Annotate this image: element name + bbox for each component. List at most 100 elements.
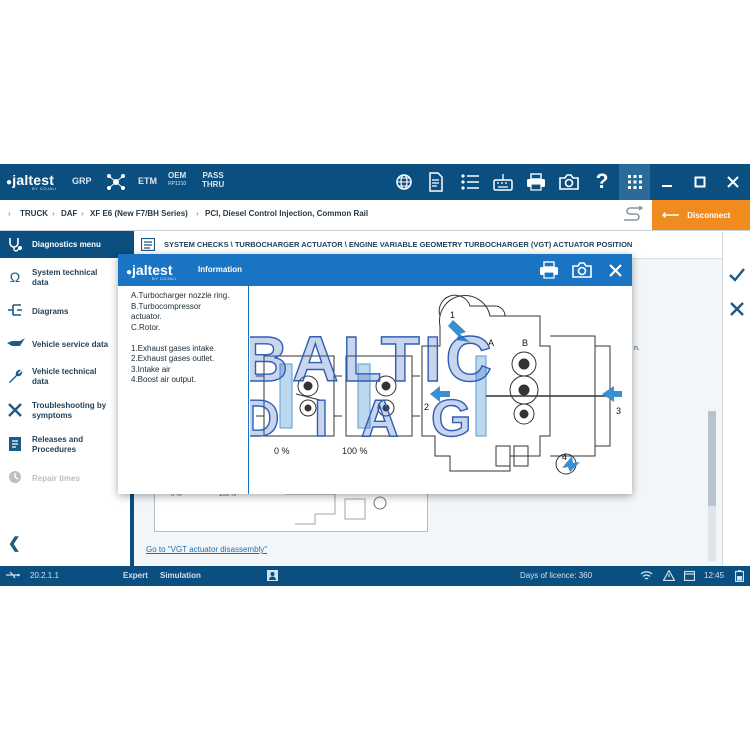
breadcrumb-item[interactable]: DAF: [61, 209, 77, 218]
sidebar-header[interactable]: Diagnostics menu: [0, 231, 130, 258]
legend-line: 4.Boost air output.: [131, 375, 196, 384]
clock-icon: [6, 470, 24, 486]
camera-icon[interactable]: [571, 259, 593, 281]
keyboard-icon[interactable]: [491, 170, 515, 194]
label-b: B: [522, 338, 528, 348]
list-icon[interactable]: [458, 170, 482, 194]
sidebar-item-label: Vehicle technical data: [32, 367, 97, 386]
jaltest-logo: ●jaltest BY COJALI: [126, 262, 177, 281]
sidebar-item-label: Repair times: [32, 474, 81, 483]
legend-line: 1.Exhaust gases intake.: [131, 343, 216, 353]
sidebar-item-diagrams[interactable]: Diagrams: [0, 296, 130, 326]
globe-icon[interactable]: [392, 170, 416, 194]
breadcrumb: › TRUCK › DAF › XF E6 (New F7/BH Series)…: [0, 200, 750, 231]
dialog-title: Information: [198, 265, 242, 274]
legend-line: A.Turbocharger nozzle ring.: [131, 291, 230, 300]
label-4: 4: [562, 452, 567, 462]
background-turbo-drawing: [285, 493, 387, 525]
usb-icon: [6, 571, 20, 581]
chevron-right-icon: ›: [52, 209, 55, 218]
dialog-header: ●jaltest BY COJALI Information: [118, 254, 632, 286]
sidebar-item-vehicle-service-data[interactable]: Vehicle service data: [0, 329, 130, 359]
chevron-left-icon[interactable]: ❮: [8, 534, 21, 552]
page-title-text: SYSTEM CHECKS \ TURBOCHARGER ACTUATOR \ …: [164, 240, 633, 249]
wrench-icon: [6, 368, 24, 384]
version-text: 20.2.1.1: [30, 571, 59, 580]
sidebar-item-label: Diagrams: [32, 307, 69, 316]
user-icon[interactable]: [267, 570, 278, 583]
sidebar-item-system-technical-data[interactable]: Ω System technical data: [0, 262, 130, 292]
maximize-button[interactable]: [688, 170, 712, 194]
breadcrumb-item[interactable]: TRUCK: [20, 209, 48, 218]
sidebar-item-troubleshooting[interactable]: Troubleshooting by symptoms: [0, 395, 130, 425]
legend-panel: A.Turbocharger nozzle ring. B.Turbocompr…: [118, 286, 249, 494]
apps-grid-icon[interactable]: [619, 164, 650, 200]
legend-line: 3.Intake air: [131, 364, 171, 374]
chevron-right-icon: ›: [81, 209, 84, 218]
printer-icon[interactable]: [538, 259, 560, 281]
sidebar-item-vehicle-technical-data[interactable]: Vehicle technical data: [0, 361, 130, 391]
help-icon[interactable]: ?: [590, 170, 614, 194]
tools-icon: [6, 402, 24, 418]
status-bar: 20.2.1.1 Expert Simulation Days of licen…: [0, 566, 750, 586]
clock-text: 12:45: [704, 571, 725, 580]
label-3: 3: [616, 406, 621, 416]
sidebar-item-label: System technical data: [32, 268, 98, 287]
battery-icon: [734, 570, 745, 584]
route-icon[interactable]: [622, 205, 644, 224]
breadcrumb-item[interactable]: PCI, Diesel Control Injection, Common Ra…: [205, 209, 368, 218]
sidebar-item-label: Troubleshooting by symptoms: [32, 401, 107, 420]
watermark-line-2: D I A G: [250, 390, 481, 448]
arrow-left-icon: ⟵: [662, 208, 680, 222]
procedures-icon: [6, 436, 24, 452]
sidebar-item-label: Releases and Procedures: [32, 435, 84, 454]
watermark-line-1: BALTIC: [250, 323, 496, 395]
baltic-diag-watermark: BALTIC D I A G: [241, 322, 496, 448]
pass-thru-button[interactable]: PASS THRU: [202, 171, 224, 189]
camera-icon[interactable]: [557, 170, 581, 194]
scrollbar-thumb[interactable]: [708, 411, 716, 506]
intake-air-arrow: [602, 386, 622, 402]
jaltest-logo: ●jaltest BY COJALI: [6, 172, 57, 191]
disconnect-label: Disconnect: [687, 210, 731, 220]
window-close-button[interactable]: [721, 170, 745, 194]
grp-button[interactable]: GRP: [72, 176, 92, 186]
etm-button[interactable]: ETM: [138, 176, 157, 186]
chevron-right-icon: ›: [196, 209, 199, 218]
calendar-icon: [683, 570, 696, 583]
warning-icon: [662, 569, 676, 583]
mode-text: Expert: [123, 571, 148, 580]
minimize-button[interactable]: [655, 170, 679, 194]
omega-icon: Ω: [9, 269, 21, 285]
background-diagram: 0 % 100 %: [154, 489, 428, 532]
network-icon[interactable]: [104, 170, 128, 194]
top-toolbar: ●jaltest BY COJALI GRP ETM OEM RP1210 PAS…: [0, 164, 750, 200]
sidebar-item-releases-procedures[interactable]: Releases and Procedures: [0, 429, 130, 459]
legend-line: B.Turbocompressor: [131, 301, 201, 311]
legend-line: [131, 333, 229, 344]
cancel-x-icon[interactable]: [725, 297, 749, 321]
information-dialog: ●jaltest BY COJALI Information A.Turboch…: [118, 254, 632, 494]
label-1: 1: [450, 310, 455, 320]
document-icon[interactable]: [424, 170, 448, 194]
oem-button[interactable]: OEM RP1210: [168, 171, 186, 189]
confirm-check-icon[interactable]: [725, 263, 749, 287]
sidebar-item-label: Vehicle service data: [32, 340, 109, 349]
legend-line: 2.Exhaust gases outlet.: [131, 354, 215, 363]
stethoscope-icon: [9, 238, 22, 252]
simulation-text: Simulation: [160, 571, 201, 580]
disconnect-button[interactable]: ⟵ Disconnect: [652, 200, 750, 230]
sidebar: Diagnostics menu Ω System technical data…: [0, 231, 130, 566]
turbocharger-diagram: 0 % 100 % 1 A B 2 3 4 BALTIC D I A G: [241, 286, 630, 494]
sidebar-header-label: Diagnostics menu: [32, 240, 101, 249]
legend-text: A.Turbocharger nozzle ring. B.Turbocompr…: [131, 291, 229, 386]
action-bar: [722, 231, 750, 566]
oil-can-icon: [6, 336, 25, 352]
vgt-disassembly-link[interactable]: Go to "VGT actuator disassembly": [146, 545, 267, 554]
close-icon[interactable]: [604, 259, 626, 281]
background-text: n.: [634, 345, 640, 352]
legend-line: C.Rotor.: [131, 322, 161, 332]
breadcrumb-item[interactable]: XF E6 (New F7/BH Series): [90, 209, 188, 218]
printer-icon[interactable]: [524, 170, 548, 194]
legend-line: actuator.: [131, 312, 162, 321]
